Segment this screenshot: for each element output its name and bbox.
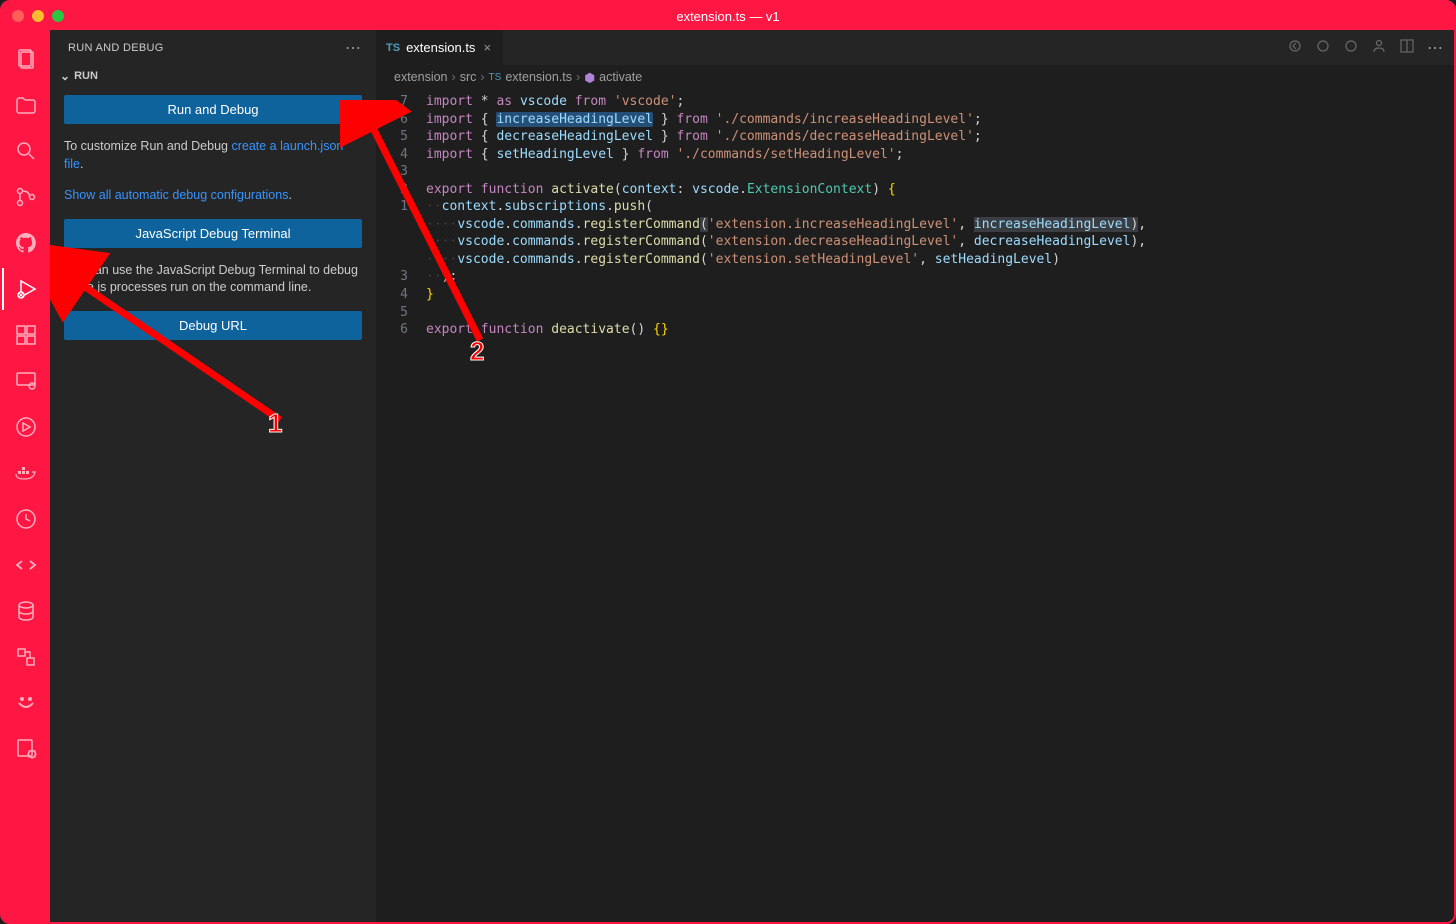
window-maximize-button[interactable] xyxy=(52,10,64,22)
breadcrumb: extension › src › TS extension.ts › ⬢ ac… xyxy=(376,65,1454,89)
show-configs-link[interactable]: Show all automatic debug configurations xyxy=(64,188,288,202)
explorer-icon[interactable] xyxy=(2,38,50,80)
typescript-file-icon: TS xyxy=(489,72,502,83)
annotation-number-2: 2 xyxy=(470,336,484,367)
js-debug-terminal-button[interactable]: JavaScript Debug Terminal xyxy=(64,219,362,248)
database-icon[interactable] xyxy=(2,590,50,632)
window-close-button[interactable] xyxy=(12,10,24,22)
line-number-gutter: 7654321 3456 xyxy=(376,93,426,922)
window-title: extension.ts — v1 xyxy=(676,9,779,24)
annotation-number-1: 1 xyxy=(268,408,282,439)
nav-circle-icon[interactable] xyxy=(1343,38,1359,57)
tab-extension-ts[interactable]: TS extension.ts × xyxy=(376,30,504,65)
settings-gear-icon[interactable] xyxy=(2,728,50,770)
editor-more-icon[interactable]: ⋯ xyxy=(1427,38,1444,58)
source-control-icon[interactable] xyxy=(2,176,50,218)
run-debug-icon[interactable] xyxy=(2,268,50,310)
extensions-icon[interactable] xyxy=(2,314,50,356)
typescript-file-icon: TS xyxy=(386,42,400,54)
breadcrumb-part[interactable]: extension xyxy=(394,70,448,84)
chevron-right-icon: › xyxy=(480,70,484,84)
more-actions-icon[interactable]: ⋯ xyxy=(345,38,362,58)
run-section-header[interactable]: ⌄ RUN xyxy=(50,65,376,87)
server-icon[interactable] xyxy=(2,636,50,678)
section-label: RUN xyxy=(74,70,98,82)
window-titlebar: extension.ts — v1 xyxy=(2,2,1454,30)
code-icon[interactable] xyxy=(2,544,50,586)
nav-back-icon[interactable] xyxy=(1287,38,1303,57)
tab-filename: extension.ts xyxy=(406,40,475,55)
show-configs-text: Show all automatic debug configurations. xyxy=(64,187,362,205)
breadcrumb-part[interactable]: src xyxy=(460,70,477,84)
js-terminal-help-text: You can use the JavaScript Debug Termina… xyxy=(64,262,362,297)
github-icon[interactable] xyxy=(2,222,50,264)
remote-icon[interactable] xyxy=(2,360,50,402)
folder-icon[interactable] xyxy=(2,84,50,126)
docker-icon[interactable] xyxy=(2,452,50,494)
smile-icon[interactable] xyxy=(2,682,50,724)
test-icon[interactable] xyxy=(2,406,50,448)
chevron-down-icon: ⌄ xyxy=(60,69,70,83)
search-icon[interactable] xyxy=(2,130,50,172)
window-minimize-button[interactable] xyxy=(32,10,44,22)
editor-area: TS extension.ts × ⋯ extension › sr xyxy=(376,30,1454,922)
debug-url-button[interactable]: Debug URL xyxy=(64,311,362,340)
nav-forward-icon[interactable] xyxy=(1315,38,1331,57)
code-content[interactable]: import * as vscode from 'vscode'; import… xyxy=(426,93,1454,922)
person-icon[interactable] xyxy=(1371,38,1387,57)
close-tab-icon[interactable]: × xyxy=(481,40,493,55)
customize-help-text: To customize Run and Debug create a laun… xyxy=(64,138,362,173)
breadcrumb-part[interactable]: activate xyxy=(599,70,642,84)
sidebar-title: RUN AND DEBUG xyxy=(68,42,164,54)
code-editor[interactable]: 7654321 3456 import * as vscode from 'vs… xyxy=(376,89,1454,922)
symbol-method-icon: ⬢ xyxy=(584,70,595,85)
chevron-right-icon: › xyxy=(452,70,456,84)
breadcrumb-part[interactable]: extension.ts xyxy=(505,70,572,84)
run-and-debug-button[interactable]: Run and Debug xyxy=(64,95,362,124)
run-debug-sidebar: RUN AND DEBUG ⋯ ⌄ RUN Run and Debug To c… xyxy=(50,30,376,922)
activity-bar xyxy=(2,30,50,922)
circle-icon[interactable] xyxy=(2,498,50,540)
split-editor-icon[interactable] xyxy=(1399,38,1415,57)
chevron-right-icon: › xyxy=(576,70,580,84)
